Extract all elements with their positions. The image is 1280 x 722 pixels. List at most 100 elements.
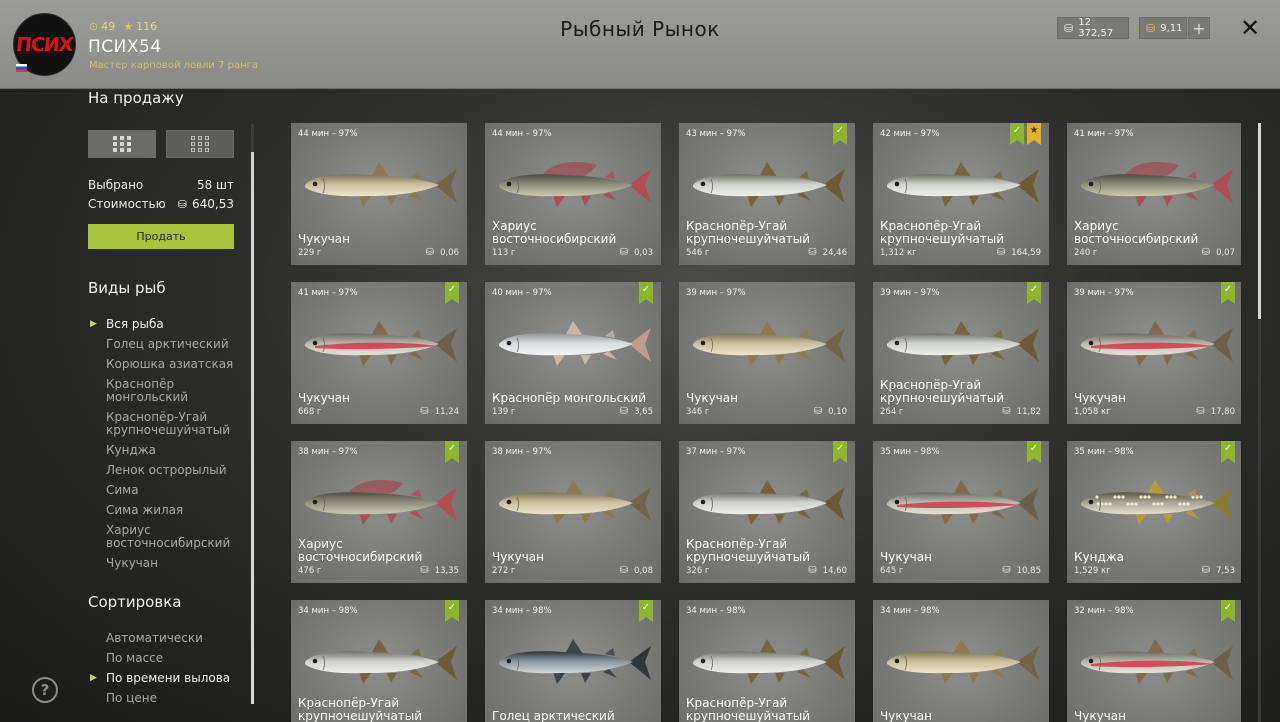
species-filter-item[interactable]: Чукучан (106, 557, 236, 570)
fish-weight: 1,312 кг (880, 248, 917, 258)
gold-coins-icon: ⛁ (1146, 21, 1156, 35)
selected-check-icon[interactable]: ✓ (1221, 282, 1235, 304)
fish-card[interactable]: 39 мин – 97% Чукучан 346 г ⛁ 0,10 (679, 282, 855, 424)
fish-weight: 476 г (298, 566, 322, 576)
selected-row: Выбрано 58 шт (88, 178, 234, 192)
fish-card[interactable]: 38 мин – 97% ✓ Хариус восточносибирский … (291, 441, 467, 583)
sort-option[interactable]: По цене (106, 692, 230, 705)
sell-button[interactable]: Продать (88, 224, 234, 249)
sort-options-list: Автоматически По массе По времени вылова По… (90, 632, 230, 712)
species-filter-item[interactable]: Краснопёр-Угай крупночешуйчатый (106, 411, 236, 437)
fish-card[interactable]: 32 мин – 98% ✓ Чукучан (1067, 600, 1241, 722)
fish-card[interactable]: 43 мин – 97% ✓ Краснопёр-Угай крупночешу… (679, 123, 855, 265)
price-value: 17,80 (1210, 406, 1235, 417)
species-filter-item[interactable]: Корюшка азиатская (106, 358, 236, 371)
fish-card[interactable]: 34 мин – 98% Краснопёр-Угай крупночешуйч… (679, 600, 855, 722)
fish-card[interactable]: 35 мин – 98% ✓ Кунджа 1,529 кг ⛁ 7,53 (1067, 441, 1241, 583)
species-filter-item[interactable]: Сима (106, 484, 236, 497)
grid-scrollbar[interactable] (1258, 123, 1261, 319)
species-filter-item[interactable]: Сима жилая (106, 504, 236, 517)
species-filter-item[interactable]: Кунджа (106, 444, 236, 457)
fish-card[interactable]: 41 мин – 97% Хариус восточносибирский 24… (1067, 123, 1241, 265)
species-filter-item[interactable]: Хариус восточносибирский (106, 524, 236, 550)
silver-coins-icon: ⛁ (813, 406, 823, 417)
species-filter-item[interactable]: Голец арктический (106, 338, 236, 351)
fish-price: ⛁ 0,06 (426, 247, 459, 258)
selected-check-icon[interactable]: ✓ (833, 123, 847, 145)
silver-value: 12 372,57 (1078, 17, 1114, 39)
species-filter-item[interactable]: Вся рыба (90, 318, 236, 332)
catch-time: 37 мин – 97% (686, 447, 746, 457)
fish-card[interactable]: 34 мин – 98% ✓ Краснопёр-Угай крупночешу… (291, 600, 467, 722)
catch-time: 34 мин – 98% (492, 606, 552, 616)
fish-weight: 668 г (298, 407, 322, 417)
fish-name: Хариус восточносибирский (1074, 219, 1199, 246)
cost-amount: ⛁ 640,53 (178, 197, 234, 211)
fish-card[interactable]: 42 мин – 97% ★ ✓ Краснопёр-Угай крупночеш… (873, 123, 1049, 265)
fish-name: Чукучан (880, 709, 932, 722)
species-filter-item[interactable]: Ленок острорылый (106, 464, 236, 477)
fish-name: Чукучан (298, 391, 350, 405)
fish-price: ⛁ 7,53 (1202, 565, 1235, 576)
sort-option[interactable]: По времени вылова (90, 672, 230, 686)
selected-check-icon[interactable]: ✓ (639, 282, 653, 304)
fish-card[interactable]: 34 мин – 98% ✓ Голец арктический (485, 600, 661, 722)
fish-image (887, 162, 1039, 207)
selected-check-icon[interactable]: ✓ (1221, 441, 1235, 463)
fish-card[interactable]: 41 мин – 97% ✓ Чукучан 668 г ⛁ 11,24 (291, 282, 467, 424)
price-value: 11,82 (1016, 406, 1041, 417)
selected-check-icon[interactable]: ✓ (1027, 282, 1041, 304)
selected-check-icon[interactable]: ✓ (1027, 441, 1041, 463)
small-grid-view-button[interactable] (166, 130, 234, 158)
species-filter-item[interactable]: Краснопёр монгольский (106, 378, 236, 404)
fish-card[interactable]: 44 мин – 97% Хариус восточносибирский 11… (485, 123, 661, 265)
catch-time: 38 мин – 97% (298, 447, 358, 457)
price-value: 10,85 (1016, 565, 1041, 576)
fish-card[interactable]: 40 мин – 97% ✓ Краснопёр монгольский 139… (485, 282, 661, 424)
fish-name: Краснопёр-Угай крупночешуйчатый (298, 696, 423, 722)
sidebar-scrollbar[interactable] (251, 152, 254, 704)
fish-card[interactable]: 34 мин – 98% Чукучан (873, 600, 1049, 722)
fish-card[interactable]: 44 мин – 97% Чукучан 229 г ⛁ 0,06 (291, 123, 467, 265)
silver-coins-icon: ⛁ (1196, 406, 1205, 417)
fish-name: Чукучан (880, 550, 932, 564)
catch-time: 43 мин – 97% (686, 129, 746, 139)
sort-option[interactable]: Автоматически (106, 632, 230, 645)
fish-card[interactable]: 35 мин – 98% ✓ Чукучан 645 г ⛁ 10,85 (873, 441, 1049, 583)
selected-check-icon[interactable]: ✓ (445, 441, 459, 463)
grid-large-icon (113, 136, 131, 152)
fish-weight: 264 г (880, 407, 904, 417)
sort-option[interactable]: По массе (106, 652, 230, 665)
silver-coins-icon: ⛁ (420, 406, 429, 417)
fish-image (1081, 321, 1233, 366)
large-grid-view-button[interactable] (88, 130, 156, 158)
fish-image (1081, 161, 1233, 207)
fish-card[interactable]: 37 мин – 97% ✓ Краснопёр-Угай крупночешу… (679, 441, 855, 583)
price-value: 0,10 (828, 406, 847, 417)
selected-check-icon[interactable]: ✓ (445, 282, 459, 304)
species-filter-list: Вся рыба Голец арктический Корюшка азиатск… (90, 318, 236, 577)
buy-gold-button[interactable]: + (1188, 17, 1210, 39)
selected-check-icon[interactable]: ✓ (833, 441, 847, 463)
price-value: 7,53 (1216, 565, 1235, 576)
silver-coins-icon: ⛁ (1064, 21, 1074, 35)
fish-name: Кунджа (1074, 550, 1124, 564)
fish-card[interactable]: 38 мин – 97% Чукучан 272 г ⛁ 0,08 (485, 441, 661, 583)
fish-price: ⛁ 13,35 (420, 565, 459, 576)
fish-card[interactable]: 39 мин – 97% ✓ Чукучан 1,058 кг ⛁ 17,80 (1067, 282, 1241, 424)
price-value: 0,06 (440, 247, 459, 258)
fish-price: ⛁ 0,03 (620, 247, 653, 258)
close-button[interactable]: ✕ (1238, 14, 1262, 42)
favorite-star-icon[interactable]: ★ (1027, 123, 1041, 145)
selected-check-icon[interactable]: ✓ (1221, 600, 1235, 622)
selected-check-icon[interactable]: ✓ (1010, 123, 1024, 145)
selected-check-icon[interactable]: ✓ (639, 600, 653, 622)
fish-weight: 240 г (1074, 248, 1098, 258)
fish-card[interactable]: 39 мин – 97% ✓ Краснопёр-Угай крупночешу… (873, 282, 1049, 424)
fish-name: Краснопёр-Угай крупночешуйчатый (686, 537, 811, 564)
help-icon[interactable]: ? (32, 677, 58, 703)
fish-price: ⛁ 3,65 (620, 406, 653, 417)
catch-time: 35 мин – 98% (1074, 447, 1134, 457)
selected-check-icon[interactable]: ✓ (445, 600, 459, 622)
fish-weight: 645 г (880, 566, 904, 576)
